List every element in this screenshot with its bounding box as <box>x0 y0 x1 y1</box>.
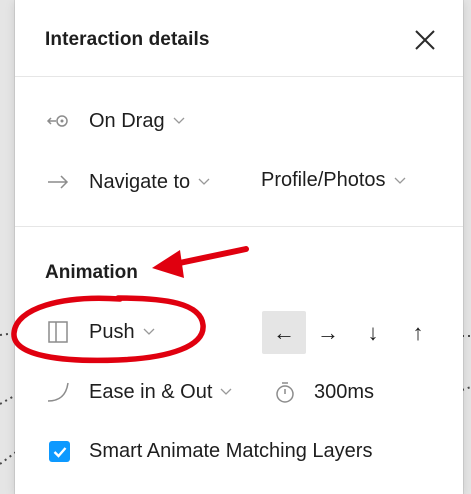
push-animation-icon <box>45 319 71 345</box>
timer-icon <box>272 379 298 405</box>
direction-left-button[interactable]: ← <box>262 311 306 354</box>
drag-trigger-icon <box>45 108 71 134</box>
direction-up-button[interactable]: ↑ <box>396 311 440 354</box>
easing-curve-icon <box>45 379 71 405</box>
action-dropdown[interactable]: Navigate to <box>45 169 210 195</box>
smart-animate-label: Smart Animate Matching Layers <box>89 440 373 462</box>
easing-dropdown[interactable]: Ease in & Out <box>45 379 232 405</box>
easing-label: Ease in & Out <box>89 380 213 403</box>
chevron-down-icon <box>143 328 155 335</box>
arrow-right-icon: → <box>317 319 339 345</box>
duration-value: 300ms <box>314 380 375 403</box>
interaction-details-panel: Interaction details On Drag Navigate to <box>15 0 463 494</box>
section-divider <box>15 226 463 227</box>
arrow-right-icon <box>45 169 71 195</box>
panel-header: Interaction details <box>15 0 463 77</box>
animation-section-title: Animation <box>45 262 138 283</box>
arrow-up-icon: ↑ <box>412 319 424 345</box>
trigger-dropdown[interactable]: On Drag <box>45 108 185 134</box>
arrow-down-icon: ↓ <box>367 319 379 345</box>
trigger-label: On Drag <box>89 109 165 132</box>
action-label: Navigate to <box>89 170 191 193</box>
direction-right-button[interactable]: → <box>306 311 350 354</box>
panel-title: Interaction details <box>45 29 210 50</box>
direction-down-button[interactable]: ↓ <box>351 311 395 354</box>
close-icon[interactable] <box>411 26 439 54</box>
chevron-down-icon <box>173 117 185 124</box>
chevron-down-icon <box>394 177 405 184</box>
animation-type-dropdown[interactable]: Push <box>45 319 155 345</box>
checkmark-icon <box>53 446 66 458</box>
smart-animate-toggle[interactable]: Smart Animate Matching Layers <box>49 440 372 463</box>
chevron-down-icon <box>198 178 210 185</box>
destination-label: Profile/Photos <box>261 169 386 191</box>
chevron-down-icon <box>220 388 232 395</box>
smart-animate-checkbox[interactable] <box>49 441 70 462</box>
arrow-left-icon: ← <box>273 319 295 345</box>
animation-type-label: Push <box>89 320 135 343</box>
destination-dropdown[interactable]: Profile/Photos <box>261 169 406 192</box>
duration-input[interactable]: 300ms <box>272 379 374 405</box>
